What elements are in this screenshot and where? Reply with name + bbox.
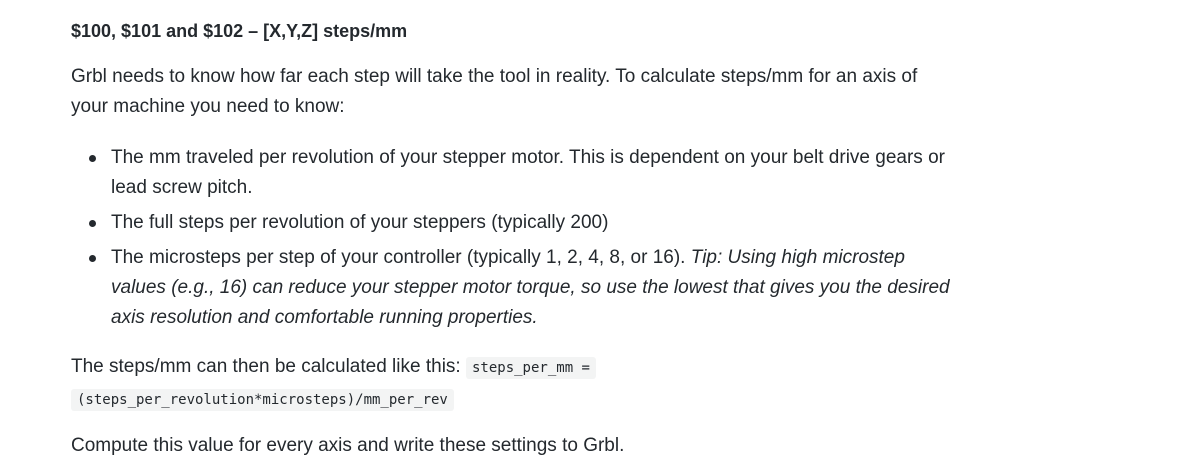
section-heading: $100, $101 and $102 – [X,Y,Z] steps/mm [71, 21, 408, 41]
intro-paragraph: Grbl needs to know how far each step wil… [71, 66, 918, 117]
list-item-text: The microsteps per step of your controll… [111, 247, 691, 268]
list-item-text: The mm traveled per revolution of your s… [111, 147, 945, 198]
calculation-paragraph-line2: (steps_per_revolution*microsteps)/mm_per… [71, 384, 454, 415]
list-item-text: The full steps per revolution of your st… [111, 212, 609, 233]
final-paragraph: Compute this value for every axis and wr… [71, 435, 625, 456]
list-item: The full steps per revolution of your st… [89, 208, 951, 238]
formula-code-part2: (steps_per_revolution*microsteps)/mm_per… [71, 389, 454, 411]
bullet-icon [89, 155, 96, 162]
list-item: The mm traveled per revolution of your s… [89, 143, 951, 203]
requirements-list: The mm traveled per revolution of your s… [71, 143, 951, 338]
list-item: The microsteps per step of your controll… [89, 243, 951, 333]
bullet-icon [89, 255, 96, 262]
calculation-paragraph: The steps/mm can then be calculated like… [71, 352, 951, 383]
calculation-text: The steps/mm can then be calculated like… [71, 356, 466, 377]
formula-code-part1: steps_per_mm = [465, 357, 596, 379]
bullet-icon [89, 220, 96, 227]
